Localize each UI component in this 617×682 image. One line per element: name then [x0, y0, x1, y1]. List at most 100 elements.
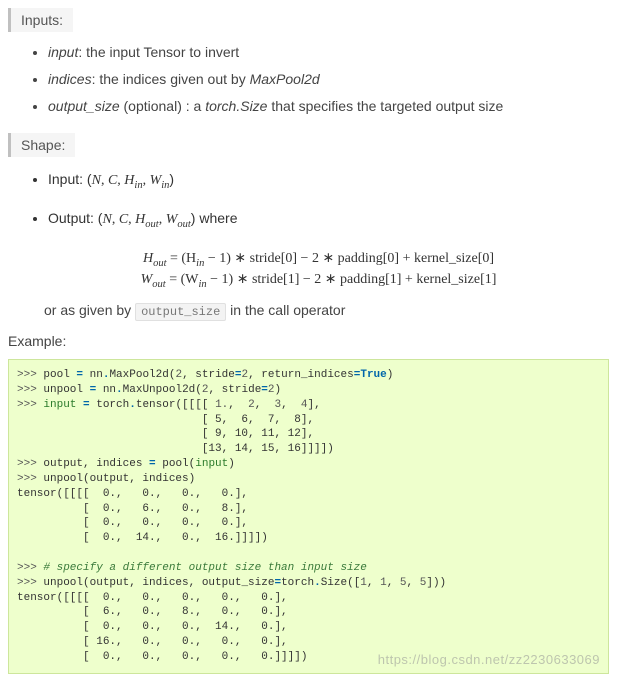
comment: # specify a different output size than i…: [43, 562, 366, 574]
prompt: >>>: [17, 577, 43, 589]
sub-in: in: [134, 180, 142, 191]
code-text: ,: [387, 577, 400, 589]
code-text: unpool(output, indices, output_size: [43, 577, 274, 589]
op: =: [149, 458, 156, 470]
code-line: [ 0., 0., 0., 0.],: [17, 517, 248, 529]
sub-out: out: [145, 218, 158, 229]
code-text: ],: [308, 399, 321, 411]
op: =: [83, 399, 90, 411]
code-text: ,: [255, 399, 275, 411]
op: .: [129, 399, 136, 411]
prompt: >>>: [17, 399, 43, 411]
bool: True: [360, 369, 386, 381]
var-W: W: [150, 173, 162, 188]
code-text: MaxPool2d(: [109, 369, 175, 381]
code-text: unpool: [43, 384, 89, 396]
formula-block: Hout = (Hin − 1) ∗ stride[0] − 2 ∗ paddi…: [48, 250, 589, 290]
code-text: unpool(output, indices): [43, 473, 195, 485]
var-C: C: [119, 212, 128, 227]
code-text: , stride: [182, 369, 235, 381]
code-text: pool: [43, 369, 76, 381]
var-N: N: [92, 173, 101, 188]
watermark: https://blog.csdn.net/zz2230633069: [378, 651, 600, 669]
num: 1: [360, 577, 367, 589]
sub-in: in: [198, 279, 206, 290]
num: 1: [380, 577, 387, 589]
code-text: ): [275, 384, 282, 396]
prompt: >>>: [17, 562, 43, 574]
code-line: [ 0., 0., 0., 14., 0.],: [17, 621, 288, 633]
var-W: W: [166, 212, 178, 227]
code-line: tensor([[[[ 0., 0., 0., 0., 0.],: [17, 592, 288, 604]
code-line: [ 9, 10, 11, 12],: [17, 428, 314, 440]
prompt: >>>: [17, 369, 43, 381]
op: =: [235, 369, 242, 381]
formula-eq: = (W: [166, 272, 199, 287]
prompt: >>>: [17, 384, 43, 396]
var-N: N: [102, 212, 111, 227]
prompt: >>>: [17, 458, 43, 470]
code-text: output, indices: [43, 458, 149, 470]
code-line: [ 16., 0., 0., 0., 0.],: [17, 636, 288, 648]
formula-tail: − 1) ∗ stride[1] − 2 ∗ padding[1] + kern…: [207, 272, 497, 287]
list-item: Input: (N, C, Hin, Win): [48, 167, 609, 196]
code-text: input: [195, 458, 228, 470]
code-text: , return_indices: [248, 369, 354, 381]
num: 4: [301, 399, 308, 411]
shape-label: Shape:: [8, 133, 75, 157]
num: 2: [248, 399, 255, 411]
code-text: Size([: [321, 577, 361, 589]
param-name: output_size: [48, 98, 120, 114]
code-line: [13, 14, 15, 16]]]]): [17, 443, 334, 455]
param-opt: (optional) : a: [120, 98, 206, 114]
num: 5: [400, 577, 407, 589]
op: =: [261, 384, 268, 396]
code-text: ,: [281, 399, 301, 411]
or-suffix: in the call operator: [226, 302, 345, 318]
var-C: C: [108, 173, 117, 188]
paren-close: ): [169, 171, 174, 187]
sub-out: out: [152, 279, 165, 290]
shape-input-prefix: Input: (: [48, 171, 92, 187]
shape-list: Input: (N, C, Hin, Win) Output: (N, C, H…: [48, 167, 609, 234]
where-text: where: [195, 210, 237, 226]
example-label: Example:: [8, 333, 609, 349]
sub-out: out: [153, 258, 166, 269]
param-desc: : the indices given out by: [92, 71, 250, 87]
code-text: ,: [407, 577, 420, 589]
code-line: tensor([[[[ 0., 0., 0., 0.],: [17, 488, 248, 500]
formula-eq: = (H: [166, 251, 196, 266]
inputs-label: Inputs:: [8, 8, 73, 32]
ref-class: torch.Size: [205, 98, 267, 114]
list-item: Output: (N, C, Hout, Wout) where: [48, 206, 609, 235]
code-block: >>> pool = nn.MaxPool2d(2, stride=2, ret…: [8, 359, 609, 674]
formula-h: Hout = (Hin − 1) ∗ stride[0] − 2 ∗ paddi…: [48, 250, 589, 269]
code-text: torch: [281, 577, 314, 589]
code-text: ): [387, 369, 394, 381]
param-name: indices: [48, 71, 92, 87]
code-line: [ 0., 14., 0., 16.]]]]): [17, 532, 268, 544]
op: .: [314, 577, 321, 589]
code-text: nn: [83, 369, 103, 381]
list-item: input: the input Tensor to invert: [48, 42, 609, 63]
inline-code: output_size: [135, 303, 226, 321]
var-W: W: [141, 272, 153, 287]
var-H: H: [135, 212, 145, 227]
code-text: input: [43, 399, 83, 411]
num: 2: [268, 384, 275, 396]
param-tail: that specifies the targeted output size: [267, 98, 503, 114]
code-text: ): [228, 458, 235, 470]
inputs-list: input: the input Tensor to invert indice…: [48, 42, 609, 117]
or-line: or as given by output_size in the call o…: [44, 302, 609, 319]
op: .: [116, 384, 123, 396]
or-prefix: or as given by: [44, 302, 135, 318]
formula-tail: − 1) ∗ stride[0] − 2 ∗ padding[0] + kern…: [204, 251, 494, 266]
num: 1.: [215, 399, 228, 411]
var-H: H: [124, 173, 134, 188]
code-text: nn: [96, 384, 116, 396]
code-line: [ 0., 0., 0., 0., 0.]]]]): [17, 651, 307, 663]
code-line: [ 6., 0., 8., 0., 0.],: [17, 606, 288, 618]
code-text: torch: [90, 399, 130, 411]
ref-class: MaxPool2d: [250, 71, 320, 87]
code-line: [ 0., 6., 0., 8.],: [17, 503, 248, 515]
